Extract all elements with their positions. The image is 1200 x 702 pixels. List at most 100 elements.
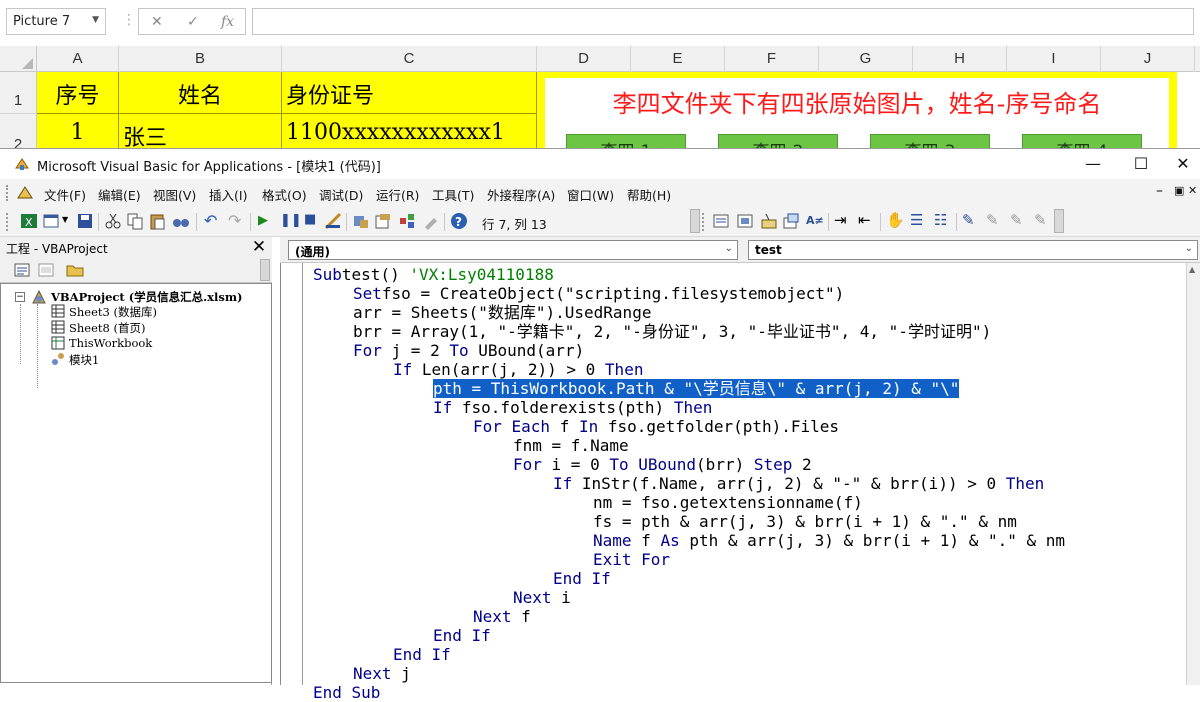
row-header-1[interactable]: 1 (0, 72, 37, 114)
undo-icon[interactable]: ↶ (204, 211, 217, 230)
cell-b1[interactable]: 姓名 (119, 72, 282, 114)
menu-format[interactable]: 格式(O) (262, 185, 307, 204)
maximize-button[interactable]: ☐ (1118, 152, 1164, 176)
code-line[interactable]: End If (433, 626, 491, 645)
code-line[interactable]: For Each f In fso.getfolder(pth).Files (473, 417, 839, 436)
code-line[interactable]: If InStr(f.Name, arr(j, 2) & "-" & brr(i… (553, 474, 1044, 493)
chevron-down-icon[interactable]: ⌄ (725, 243, 733, 254)
formula-input[interactable] (252, 8, 1194, 35)
toggle-breakpoint-icon[interactable]: ✋ (886, 211, 905, 229)
tree-item-thisworkbook[interactable]: ThisWorkbook (69, 336, 152, 350)
dropdown-arrow-icon[interactable]: ▼ (62, 215, 68, 224)
menu-edit[interactable]: 编辑(E) (98, 185, 141, 204)
code-line[interactable]: Exit For (593, 550, 670, 569)
chevron-down-icon[interactable]: ⌄ (1185, 243, 1193, 254)
object-browser-icon[interactable] (398, 212, 416, 230)
tree-project-root[interactable]: VBAProject (学员信息汇总.xlsm) (51, 289, 243, 305)
menu-file[interactable]: 文件(F) (44, 185, 86, 204)
column-header-b[interactable]: B (119, 46, 282, 72)
code-line[interactable]: Setfso = CreateObject("scripting.filesys… (353, 284, 844, 303)
margin-indicator-bar[interactable] (281, 263, 303, 685)
clear-bookmarks-icon[interactable]: ✎ (1034, 211, 1047, 229)
project-explorer-icon[interactable] (352, 212, 370, 230)
menu-view[interactable]: 视图(V) (153, 185, 196, 204)
comment-block-icon[interactable]: ☰ (910, 211, 923, 229)
menu-debug[interactable]: 调试(D) (319, 185, 363, 204)
column-header-a[interactable]: A (37, 46, 119, 72)
excel-view-icon[interactable] (16, 185, 34, 201)
next-bookmark-icon[interactable]: ✎ (986, 211, 999, 229)
find-icon[interactable] (172, 212, 190, 230)
save-icon[interactable] (76, 212, 94, 230)
menu-addins[interactable]: 外接程序(A) (487, 185, 555, 204)
cell-a2[interactable]: 1 (37, 114, 119, 150)
code-line[interactable]: Next i (513, 588, 571, 607)
run-icon[interactable]: ▶ (258, 213, 268, 228)
break-icon[interactable]: ❚❚ (280, 213, 302, 228)
code-line[interactable]: Subtest() 'VX:Lsy04110188 (313, 265, 554, 284)
column-header-i[interactable]: I (1007, 46, 1101, 72)
code-line[interactable]: End If (393, 645, 451, 664)
child-minimize-button[interactable]: – (1156, 183, 1163, 199)
code-line[interactable]: Next j (353, 664, 411, 683)
paste-icon[interactable] (148, 212, 166, 230)
column-header-c[interactable]: C (282, 46, 537, 72)
toolbox-icon[interactable] (422, 212, 440, 230)
column-header-d[interactable]: D (537, 46, 631, 72)
uncomment-block-icon[interactable]: ☷ (934, 211, 947, 229)
code-line[interactable]: brr = Array(1, "-学籍卡", 2, "-身份证", 3, "-毕… (353, 322, 991, 341)
menu-help[interactable]: 帮助(H) (627, 185, 671, 204)
insert-function-button[interactable]: fx (221, 14, 234, 30)
column-header-e[interactable]: E (631, 46, 725, 72)
scroll-up-icon[interactable]: ▲ (1189, 265, 1195, 274)
child-close-button[interactable]: ✕ (1188, 184, 1197, 197)
object-combo[interactable]: (通用) ⌄ (288, 240, 738, 260)
menu-tools[interactable]: 工具(T) (432, 185, 474, 204)
quick-info-icon[interactable] (760, 212, 778, 230)
column-header-f[interactable]: F (725, 46, 819, 72)
cut-icon[interactable] (104, 212, 122, 230)
toolbar-overflow[interactable] (1054, 209, 1064, 233)
toolbar-overflow[interactable] (260, 259, 270, 281)
code-line[interactable]: For j = 2 To UBound(arr) (353, 341, 584, 360)
row-header-2[interactable]: 2 (0, 114, 37, 153)
menu-run[interactable]: 运行(R) (376, 185, 419, 204)
code-line[interactable]: nm = fso.getextensionname(f) (593, 493, 863, 512)
copy-icon[interactable] (126, 212, 144, 230)
column-header-j[interactable]: J (1101, 46, 1195, 72)
toolbar-overflow[interactable] (690, 209, 700, 233)
tree-item-module1[interactable]: 模块1 (69, 352, 99, 368)
code-editor[interactable]: Subtest() 'VX:Lsy04110188 Setfso = Create… (280, 263, 1200, 702)
menu-insert[interactable]: 插入(I) (209, 185, 247, 204)
child-restore-button[interactable]: ▣ (1174, 184, 1184, 197)
code-line[interactable]: For i = 0 To UBound(brr) Step 2 (513, 455, 812, 474)
reset-icon[interactable]: ■ (304, 212, 316, 227)
cell-c1[interactable]: 身份证号 (282, 72, 537, 114)
toggle-bookmark-icon[interactable]: ✎ (962, 211, 975, 229)
code-line[interactable]: If Len(arr(j, 2)) > 0 Then (393, 360, 643, 379)
code-line[interactable]: Name f As pth & arr(j, 3) & brr(i + 1) &… (593, 531, 1065, 550)
collapse-icon[interactable]: − (15, 292, 25, 302)
code-line[interactable]: arr = Sheets("数据库").UsedRange (353, 303, 651, 322)
previous-bookmark-icon[interactable]: ✎ (1010, 211, 1023, 229)
help-icon[interactable]: ? (450, 212, 468, 230)
indent-icon[interactable]: ⇥ (834, 211, 847, 229)
close-icon[interactable]: ✕ (248, 237, 270, 257)
column-header-h[interactable]: H (913, 46, 1007, 72)
code-line[interactable]: Next f (473, 607, 531, 626)
name-box[interactable]: Picture 7 ▼ (6, 8, 106, 35)
code-line[interactable]: End Sub (313, 683, 380, 702)
code-line[interactable]: End If (553, 569, 611, 588)
cell-b2[interactable]: 张三 (119, 114, 282, 151)
cell-c2[interactable]: 1100xxxxxxxxxxxx1 (282, 114, 537, 150)
procedure-combo[interactable]: test ⌄ (748, 240, 1198, 260)
code-line[interactable]: pth = ThisWorkbook.Path & "\学员信息\" & arr… (433, 379, 960, 398)
minimize-button[interactable]: — (1070, 152, 1116, 176)
code-line[interactable]: fs = pth & arr(j, 3) & brr(i + 1) & "." … (593, 512, 1017, 531)
chevron-down-icon[interactable]: ▼ (92, 15, 99, 25)
close-button[interactable]: ✕ (1160, 152, 1200, 176)
tree-item-sheet3[interactable]: Sheet3 (数据库) (69, 304, 157, 320)
code-line[interactable]: If fso.folderexists(pth) Then (433, 398, 712, 417)
enter-icon[interactable]: ✓ (187, 14, 199, 30)
excel-icon[interactable]: X (20, 212, 38, 230)
